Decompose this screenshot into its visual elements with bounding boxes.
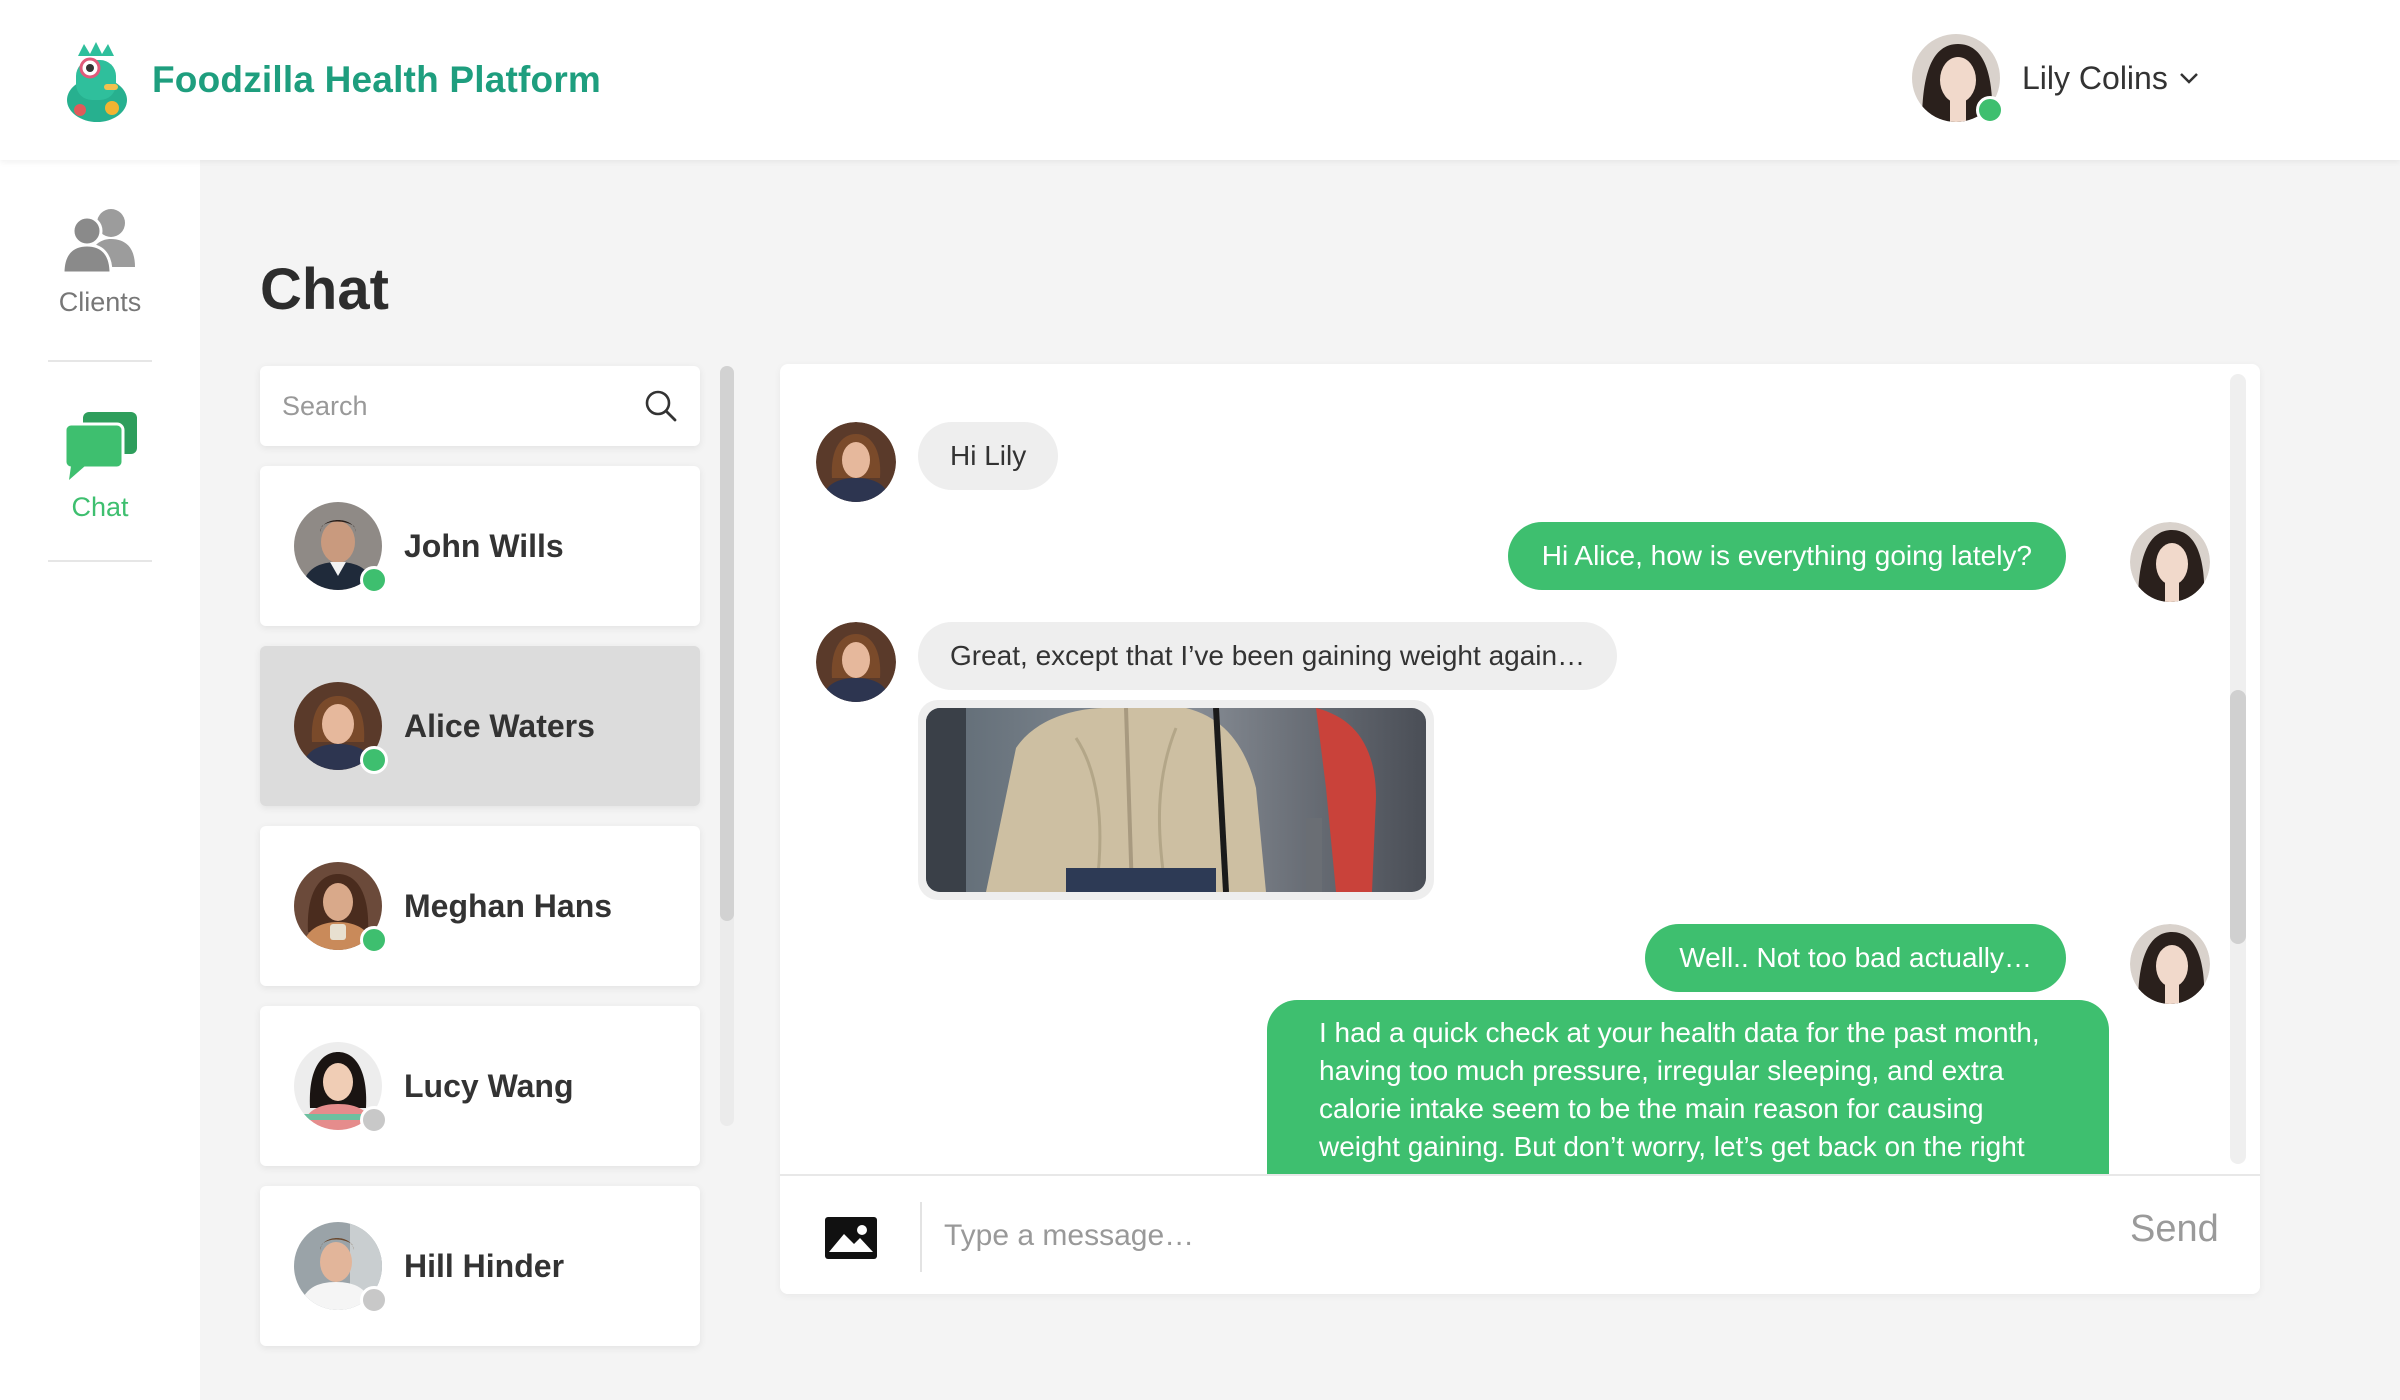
message-bubble-outgoing: Hi Alice, how is everything going lately… [1507,522,2066,590]
avatar [1912,34,2004,124]
sidebar-item-clients[interactable]: Clients [0,205,200,395]
online-status-dot [360,566,388,594]
contact-name: Lucy Wang [404,1067,574,1104]
avatar [816,422,896,502]
avatar [294,862,388,954]
message-list: Hi Lily Hi Alice, how is everything goin… [780,364,2220,1174]
scrollbar-thumb[interactable] [720,366,734,921]
avatar [294,1222,388,1314]
offline-status-dot [360,1286,388,1314]
clients-icon [61,209,135,275]
avatar [294,682,388,774]
attached-photo [926,708,1426,892]
contact-name: Meghan Hans [404,887,613,924]
contact-card-lucy-wang[interactable]: Lucy Wang [260,1006,700,1166]
contact-card-alice-waters[interactable]: Alice Waters [260,646,700,806]
sidebar-item-chat[interactable]: Chat [0,410,200,600]
sidebar-item-label: Clients [58,287,142,317]
app-title: Foodzilla Health Platform [152,59,602,100]
avatar [816,622,896,702]
user-menu[interactable]: Lily Colins [1912,34,2200,124]
sidebar-item-label: Chat [71,492,129,522]
avatar [2130,522,2210,602]
contact-list: John Wills Alice Waters Meghan Hans Lucy… [260,466,700,1366]
contact-list-scrollbar[interactable] [720,366,734,1126]
sidebar: Clients Chat [0,160,200,1400]
avatar [294,502,388,594]
offline-status-dot [360,1106,388,1134]
contact-name: John Wills [404,527,564,564]
online-status-dot [360,746,388,774]
message-bubble-incoming: Great, except that I’ve been gaining wei… [918,622,1618,690]
message-bubble-outgoing: I had a quick check at your health data … [1267,1000,2109,1174]
message-input[interactable] [944,1206,1944,1266]
message-composer: Send [780,1174,2260,1294]
contact-card-hill-hinder[interactable]: Hill Hinder [260,1186,700,1346]
contact-card-meghan-hans[interactable]: Meghan Hans [260,826,700,986]
message-bubble-incoming: Hi Lily [918,422,1059,490]
search-icon[interactable] [644,389,678,423]
online-status-dot [1976,96,2004,124]
app-logo[interactable]: Foodzilla Health Platform [60,38,601,122]
photo-image [926,708,1426,892]
divider [920,1202,922,1272]
contact-name: Hill Hinder [404,1247,565,1284]
avatar [294,1042,388,1134]
scrollbar-thumb[interactable] [2230,690,2246,944]
contact-card-john-wills[interactable]: John Wills [260,466,700,626]
search-box[interactable] [260,366,700,446]
online-status-dot [360,926,388,954]
divider [48,360,152,362]
divider [48,560,152,562]
chat-icon [63,412,137,480]
page-title: Chat [260,257,389,322]
user-name: Lily Colins [2022,59,2168,96]
chevron-down-icon[interactable] [2178,67,2200,89]
search-input[interactable] [282,390,644,422]
avatar [2130,924,2210,1004]
image-message[interactable] [918,700,1434,900]
chat-scrollbar[interactable] [2230,374,2246,1164]
top-bar: Foodzilla Health Platform Lily Colins [0,0,2400,160]
message-bubble-outgoing: Well.. Not too bad actually… [1645,924,2066,992]
foodzilla-logo-icon [67,42,127,122]
contact-name: Alice Waters [404,707,595,744]
chat-panel: Hi Lily Hi Alice, how is everything goin… [780,364,2260,1294]
image-icon[interactable] [822,1214,880,1262]
send-button[interactable]: Send [2130,1208,2219,1251]
